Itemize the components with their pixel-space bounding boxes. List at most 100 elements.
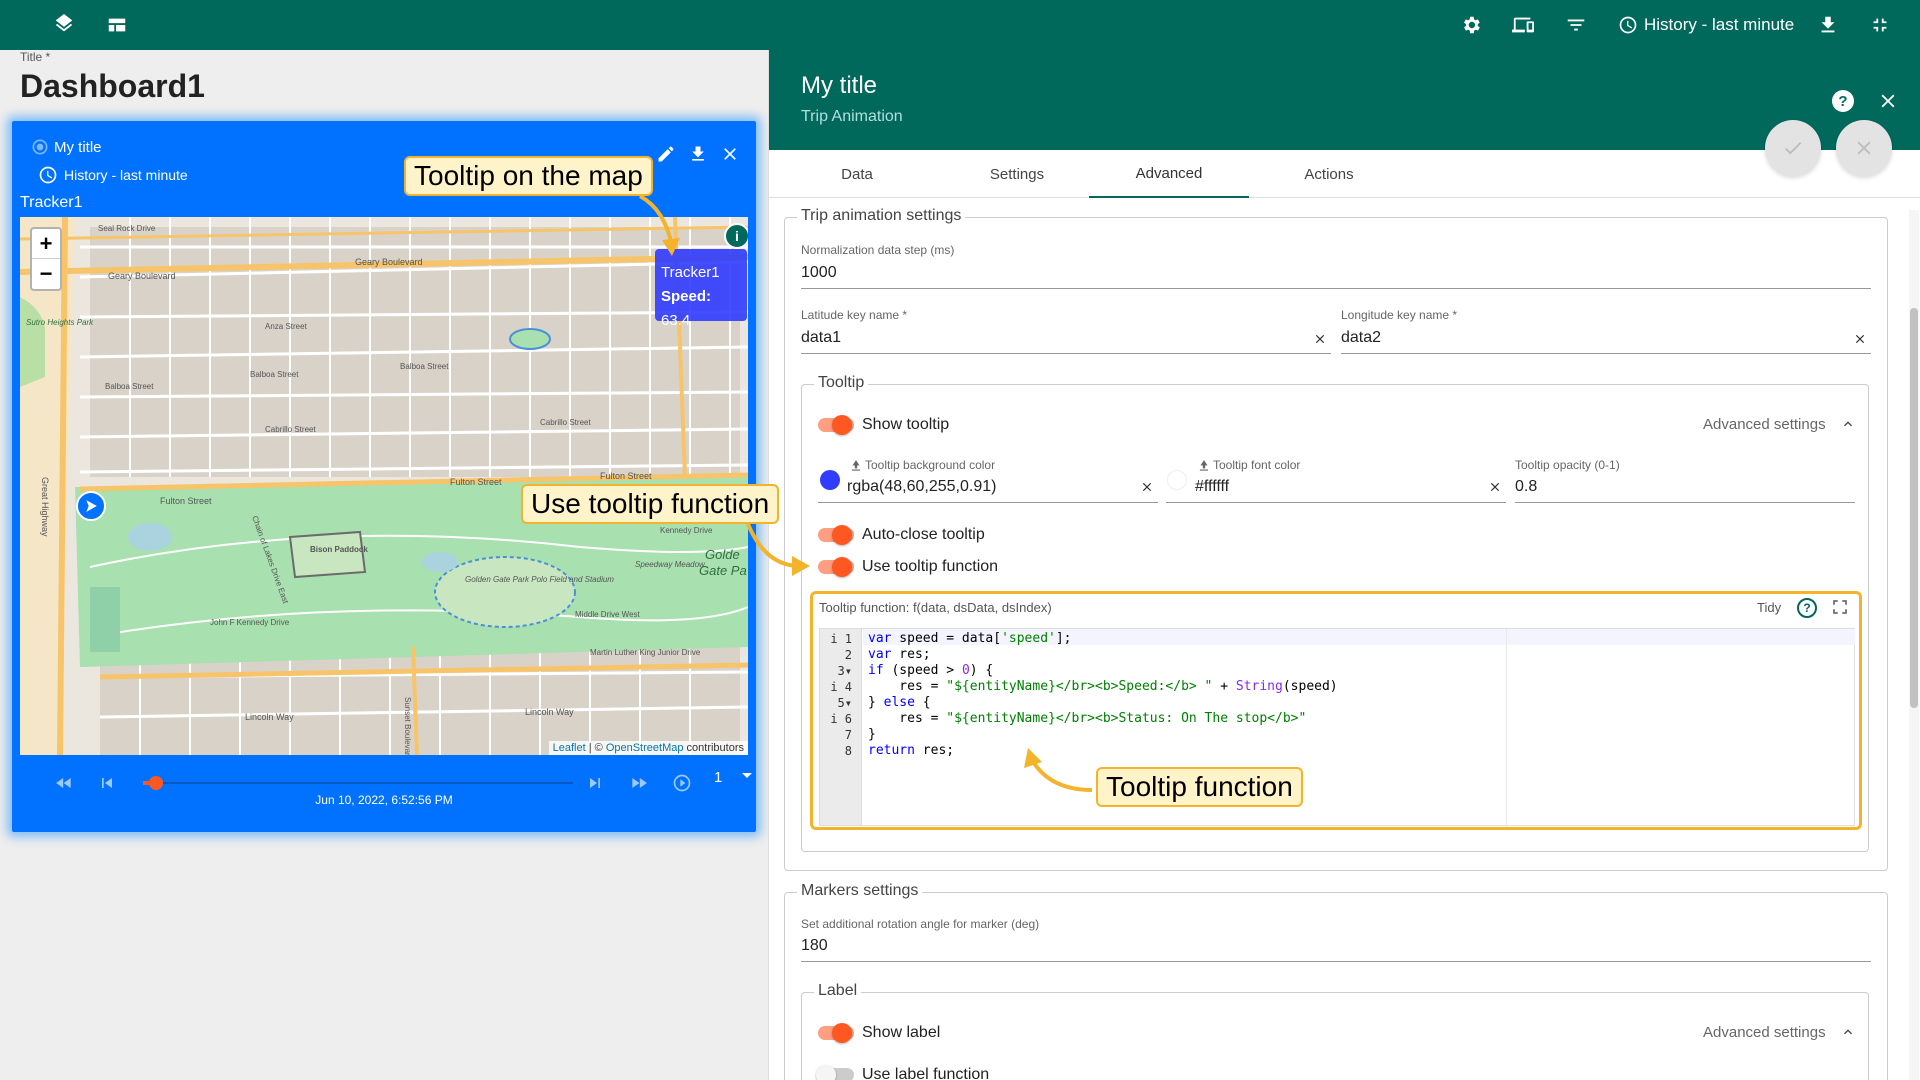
trip-marker[interactable] [76,491,106,521]
zoom-out-button[interactable]: − [32,259,60,289]
devices-icon[interactable] [1511,13,1535,37]
map-label: John F Kennedy Drive [210,618,290,627]
longitude-key-label: Longitude key name * [1341,308,1458,322]
longitude-key-input[interactable]: data2 [1341,329,1381,347]
fullscreen-exit-icon[interactable] [1868,13,1892,37]
help-icon[interactable]: ? [1832,90,1854,112]
zoom-in-button[interactable]: + [32,229,60,259]
fast-forward-icon[interactable] [627,771,651,795]
map-label: Martin Luther King Junior Drive [590,648,701,657]
widget-title: My title [54,139,102,156]
line-number: 5▾ [837,696,852,710]
timewindow-button[interactable]: History - last minute [1618,13,1794,37]
download-icon[interactable] [1816,13,1840,37]
code-line[interactable]: res = "${entityName}</br><b>Status: On T… [868,711,1306,727]
player-track[interactable] [143,782,573,784]
label-advanced-settings[interactable]: Advanced settings [1703,1024,1826,1041]
tooltip-bg-swatch[interactable] [820,470,840,490]
play-circle-icon[interactable] [670,771,694,795]
tooltip-font-swatch[interactable] [1167,470,1187,490]
use-label-function-toggle[interactable] [816,1065,854,1080]
tooltip-legend: Tooltip [814,374,869,392]
widget-timewindow[interactable]: History - last minute [38,165,188,185]
show-label-toggle[interactable] [818,1023,854,1043]
close-icon[interactable] [719,143,741,165]
map-label: Balboa Street [250,370,299,379]
tidy-button[interactable]: Tidy [1757,600,1781,615]
tooltip-opacity-input[interactable]: 0.8 [1515,478,1537,496]
tooltip-function-title: Tooltip function: f(data, dsData, dsInde… [819,600,1052,615]
map-attribution: Leaflet | © OpenStreetMap contributors [548,741,748,755]
use-label-function-label: Use label function [862,1066,990,1080]
bg-color-underline [818,502,1158,503]
dashboard-title[interactable]: Dashboard1 [20,68,205,105]
player-time: Jun 10, 2022, 6:52:56 PM [315,793,453,807]
widget-timewindow-label: History - last minute [64,167,188,183]
skip-next-icon[interactable] [583,771,607,795]
map-label: Geary Boulevard [108,271,176,281]
auto-close-tooltip-toggle[interactable] [818,525,854,545]
latitude-key-input[interactable]: data1 [801,329,841,347]
show-tooltip-toggle[interactable] [818,415,854,435]
close-icon[interactable] [1877,90,1899,112]
tooltip-advanced-settings[interactable]: Advanced settings [1703,416,1826,433]
code-line[interactable]: var res; [868,647,931,663]
help-icon[interactable]: ? [1797,598,1817,618]
map-label: Gate Pa [699,563,747,578]
tab-settings[interactable]: Settings [937,150,1097,198]
code-line[interactable]: res = "${entityName}</br><b>Speed:</b> "… [868,679,1337,695]
rotation-angle-input[interactable]: 180 [801,937,828,955]
chevron-up-icon[interactable] [1840,416,1856,432]
edit-icon[interactable] [655,143,677,165]
timewindow-label: History - last minute [1644,15,1795,34]
info-icon[interactable]: i [724,223,748,249]
code-line[interactable]: if (speed > 0) { [868,663,993,679]
map-label: Golde [705,547,740,562]
clear-icon[interactable] [1313,332,1327,346]
tooltip-speed-value: 63.4 [661,312,691,329]
map-label: Balboa Street [400,362,449,371]
filter-icon[interactable] [1564,13,1588,37]
code-line[interactable]: var speed = data['speed']; [868,631,1072,647]
osm-link[interactable]: OpenStreetMap [606,742,684,754]
layers-icon[interactable] [52,13,76,37]
clear-icon[interactable] [1853,332,1867,346]
player-thumb[interactable] [148,776,163,790]
code-editor[interactable]: i 1 var speed = data['speed']; 2 var res; 3▾… [819,628,1855,826]
tab-advanced[interactable]: Advanced [1089,150,1249,198]
panel-title: My title [801,72,878,99]
map-label: Fulton Street [600,471,652,481]
scrollbar-thumb[interactable] [1910,308,1918,708]
map-label: Lincoln Way [525,707,574,717]
code-line[interactable]: } [868,727,876,743]
download-icon[interactable] [687,143,709,165]
fast-rewind-icon[interactable] [52,771,76,795]
tab-data[interactable]: Data [777,150,937,198]
label-legend: Label [814,982,862,1000]
print-margin [1506,629,1507,825]
map-label: Bison Paddock [310,545,368,554]
tab-bar: Data Settings Advanced Actions [769,150,1920,198]
leaflet-link[interactable]: Leaflet [553,742,586,754]
chevron-down-icon[interactable] [742,773,752,778]
tab-actions[interactable]: Actions [1249,150,1409,198]
clear-icon[interactable] [1488,480,1502,494]
markers-settings-legend: Markers settings [797,882,923,900]
skip-previous-icon[interactable] [95,771,119,795]
fullscreen-icon[interactable] [1831,598,1851,618]
code-line[interactable]: } else { [868,695,931,711]
code-line[interactable]: return res; [868,743,954,759]
palette-icon [1199,460,1209,471]
trip-animation-legend: Trip animation settings [797,207,966,225]
map-label: Sutro Heights Park [26,318,94,327]
chevron-up-icon[interactable] [1840,1024,1856,1040]
tooltip-bg-color-input[interactable]: rgba(48,60,255,0.91) [847,478,996,496]
attribution-contributors: contributors [683,742,744,754]
tooltip-font-color-input[interactable]: #ffffff [1195,478,1229,496]
use-tooltip-function-toggle[interactable] [818,557,854,577]
dashboard-icon[interactable] [105,13,129,37]
settings-icon[interactable] [1459,13,1483,37]
normalization-input[interactable]: 1000 [801,264,837,282]
speed-select[interactable]: 1 [714,769,722,786]
clear-icon[interactable] [1140,480,1154,494]
